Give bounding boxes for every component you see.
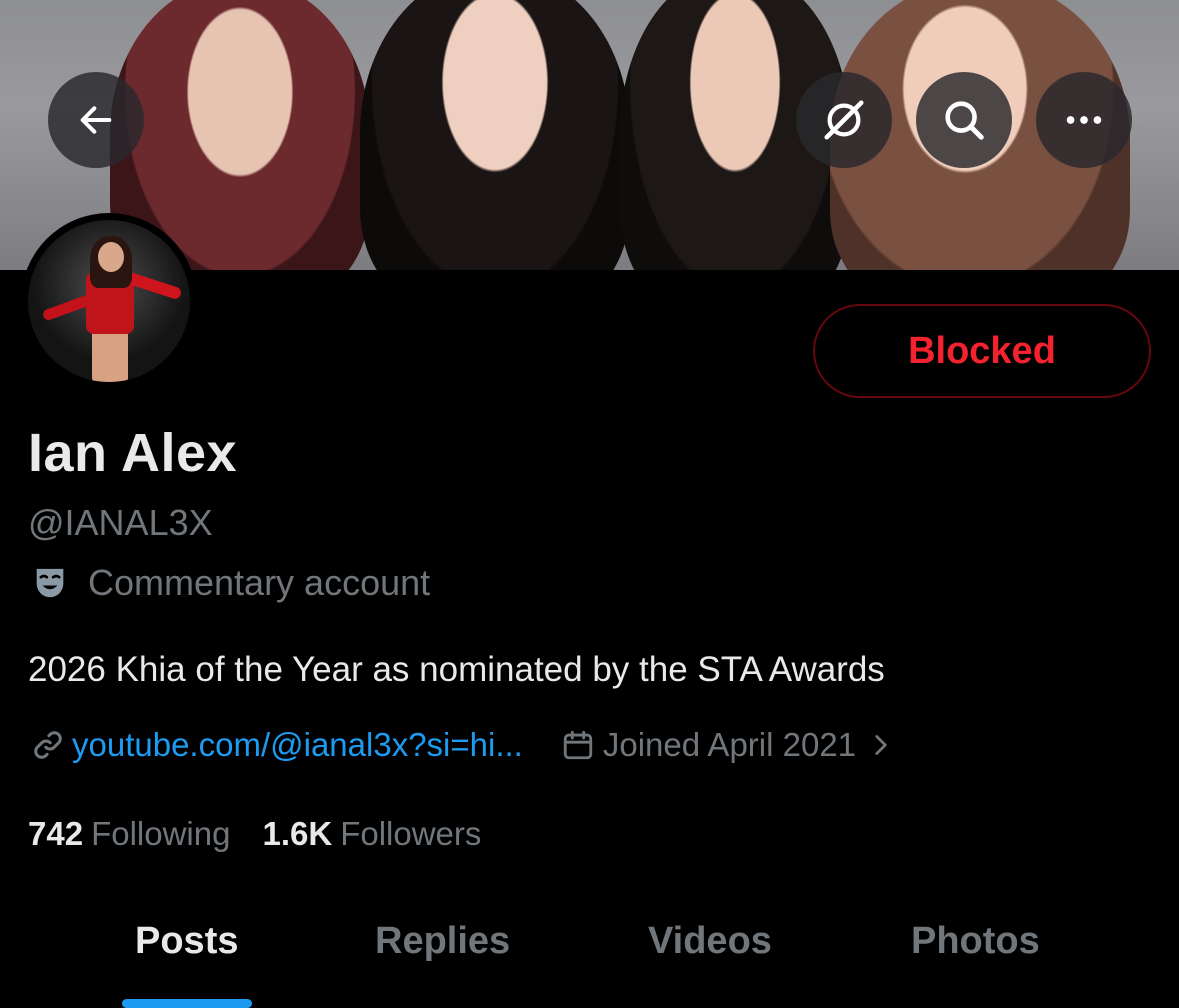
- avatar[interactable]: [21, 213, 197, 389]
- grok-button[interactable]: [796, 72, 892, 168]
- avatar-image: [28, 220, 190, 382]
- profile-tabs: Posts Replies Videos Photos: [0, 900, 1179, 1008]
- tab-photos[interactable]: Photos: [911, 920, 1040, 963]
- tab-replies[interactable]: Replies: [375, 920, 510, 963]
- search-button[interactable]: [916, 72, 1012, 168]
- theater-mask-icon: [36, 568, 64, 598]
- chevron-right-icon[interactable]: [868, 730, 894, 760]
- followers-stat[interactable]: 1.6K Followers: [262, 815, 481, 853]
- blocked-button[interactable]: Blocked: [813, 304, 1151, 398]
- banner-photo-figure: [360, 0, 630, 270]
- account-label[interactable]: Commentary account: [30, 562, 430, 604]
- more-options-button[interactable]: [1036, 72, 1132, 168]
- profile-handle: @IANAL3X: [28, 502, 213, 543]
- account-label-text: Commentary account: [88, 562, 431, 603]
- active-tab-indicator: [122, 999, 252, 1008]
- link-icon: [34, 731, 62, 759]
- following-label: Following: [91, 815, 231, 852]
- profile-meta: youtube.com/@ianal3x?si=hi... Joined Apr…: [30, 726, 894, 764]
- followers-count: 1.6K: [262, 815, 333, 852]
- search-icon: [945, 101, 984, 140]
- arrow-left-icon: [80, 106, 112, 134]
- following-count: 742: [28, 815, 84, 852]
- tab-videos[interactable]: Videos: [648, 920, 772, 963]
- following-stat[interactable]: 742 Following: [28, 815, 230, 853]
- back-button[interactable]: [48, 72, 144, 168]
- profile-website-link[interactable]: youtube.com/@ianal3x?si=hi...: [72, 726, 523, 764]
- profile-bio: 2026 Khia of the Year as nominated by th…: [28, 650, 885, 689]
- followers-label: Followers: [340, 815, 482, 852]
- joined-date: Joined April 2021: [602, 726, 857, 763]
- follow-stats: 742 Following 1.6K Followers: [28, 815, 481, 853]
- tab-posts[interactable]: Posts: [135, 920, 238, 963]
- profile-name: Ian Alex: [28, 423, 238, 483]
- grok-icon: [824, 100, 864, 140]
- more-horizontal-icon: [1066, 116, 1102, 124]
- calendar-icon: [563, 730, 593, 760]
